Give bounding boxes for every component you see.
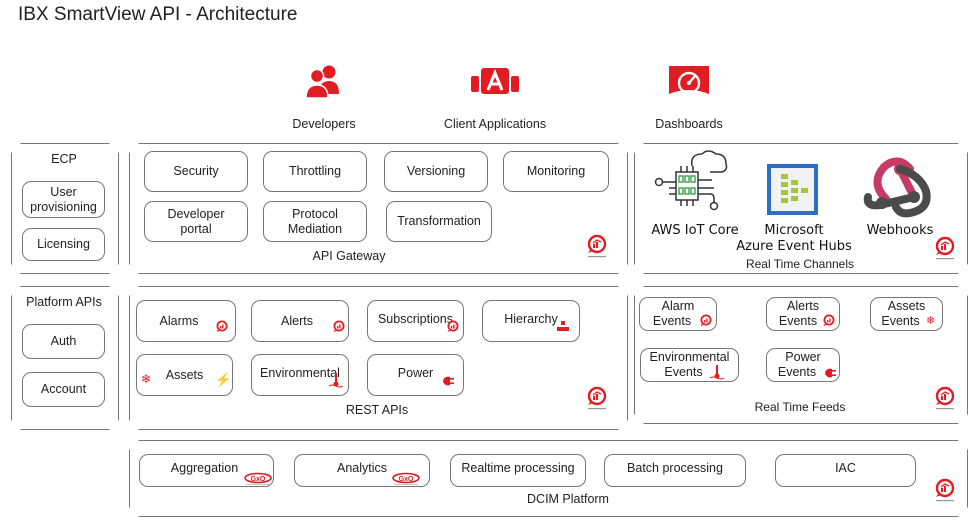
- ecp-title: ECP: [51, 152, 77, 166]
- dashboard-gauge-icon: [669, 66, 709, 95]
- feed-label-line2: Events: [778, 314, 818, 328]
- rest-item-label: Assets: [165, 367, 204, 382]
- feed-label-line1: Alerts: [787, 299, 819, 313]
- webhook-icon: [863, 157, 931, 218]
- snowflake-icon: ❄: [141, 372, 152, 386]
- real-time-feeds-label: Real Time Feeds: [754, 400, 846, 414]
- rest-item-label: Alerts: [281, 313, 313, 328]
- feed-label-line1: Power: [785, 350, 821, 364]
- gateway-security[interactable]: Security: [144, 151, 248, 192]
- dcim-item-label: Aggregation: [170, 461, 239, 475]
- thermometer-icon: [328, 373, 344, 388]
- ibx-smartview-logo-icon: [934, 478, 956, 504]
- azure-event-hubs-icon: [767, 164, 818, 215]
- ibx-smartview-logo-icon: [934, 386, 956, 412]
- dcim-batch-processing[interactable]: Batch processing: [604, 454, 746, 487]
- dcim-iac[interactable]: IAC: [775, 454, 916, 487]
- consumer-dashboards: Dashboards: [648, 64, 730, 131]
- ibx-smartview-logo-icon: [332, 320, 346, 334]
- rest-item-label: Power: [397, 365, 434, 380]
- aws-iot-icon: [654, 150, 728, 211]
- gateway-versioning[interactable]: Versioning: [384, 151, 488, 192]
- dcim-item-label: Batch processing: [627, 461, 723, 475]
- ecp-user-provisioning[interactable]: User provisioning: [22, 181, 105, 218]
- rest-item-label: Alarms: [159, 313, 199, 328]
- gateway-developer-portal[interactable]: Developer portal: [144, 201, 248, 242]
- platform-account[interactable]: Account: [22, 372, 105, 407]
- dcim-platform-label: DCIM Platform: [527, 492, 609, 506]
- consumer-client-applications: Client Applications: [436, 64, 554, 131]
- feed-label-line1: Environmental: [649, 350, 730, 364]
- rest-apis-label: REST APIs: [345, 403, 409, 417]
- platform-apis-title: Platform APIs: [26, 295, 102, 309]
- ibx-smartview-logo-icon: [586, 386, 608, 412]
- feed-label-line1: Assets: [887, 299, 926, 313]
- page-title: IBX SmartView API - Architecture: [18, 4, 298, 25]
- rest-item-label: Subscriptions: [377, 311, 454, 326]
- api-gateway-label: API Gateway: [312, 249, 386, 263]
- ibx-smartview-logo-icon: [446, 320, 460, 334]
- rest-item-label: Hierarchy: [504, 311, 558, 326]
- snowflake-icon: ❄: [926, 315, 936, 327]
- ibx-smartview-logo-icon: [586, 234, 608, 260]
- dcim-item-label: Realtime processing: [461, 461, 575, 475]
- real-time-channels-label: Real Time Channels: [745, 257, 855, 271]
- consumer-label: Client Applications: [443, 117, 547, 131]
- gxo-logo-icon: [243, 472, 273, 486]
- consumer-developers: Developers: [283, 64, 365, 131]
- ibx-smartview-logo-icon: [822, 314, 836, 328]
- consumer-label: Dashboards: [655, 117, 723, 131]
- feed-label-line2: Events: [777, 365, 817, 379]
- dcim-item-label: IAC: [835, 461, 856, 475]
- channel-azure-event-hubs[interactable]: Microsoft Azure Event Hubs: [734, 223, 854, 255]
- power-plug-icon: [825, 368, 836, 378]
- feed-label-line2: Events: [652, 314, 692, 328]
- channel-label-line2: Azure Event Hubs: [736, 239, 852, 254]
- ibx-smartview-logo-icon: [215, 320, 229, 334]
- dcim-item-label: Analytics: [336, 461, 388, 475]
- consumer-label: Developers: [292, 117, 356, 131]
- platform-auth[interactable]: Auth: [22, 324, 105, 359]
- feed-label-line1: Alarm: [661, 299, 695, 313]
- gateway-monitoring[interactable]: Monitoring: [503, 151, 609, 192]
- gateway-protocol-mediation[interactable]: Protocol Mediation: [263, 201, 367, 242]
- gateway-transformation[interactable]: Transformation: [386, 201, 492, 242]
- dcim-realtime-processing[interactable]: Realtime processing: [450, 454, 586, 487]
- feed-label-line2: Events: [881, 314, 920, 328]
- gxo-logo-icon: [391, 472, 421, 486]
- gateway-throttling[interactable]: Throttling: [263, 151, 367, 192]
- ibx-smartview-logo-icon: [699, 314, 713, 328]
- channel-label-line1: Microsoft: [764, 223, 824, 238]
- lightning-icon: ⚡: [215, 372, 232, 387]
- ecp-licensing[interactable]: Licensing: [22, 228, 105, 261]
- users-icon: [305, 65, 339, 99]
- hierarchy-icon: [557, 321, 569, 331]
- ibx-smartview-logo-icon: [934, 236, 956, 262]
- thermometer-icon: [709, 365, 725, 380]
- power-plug-icon: [443, 376, 454, 386]
- app-icon: [471, 68, 519, 94]
